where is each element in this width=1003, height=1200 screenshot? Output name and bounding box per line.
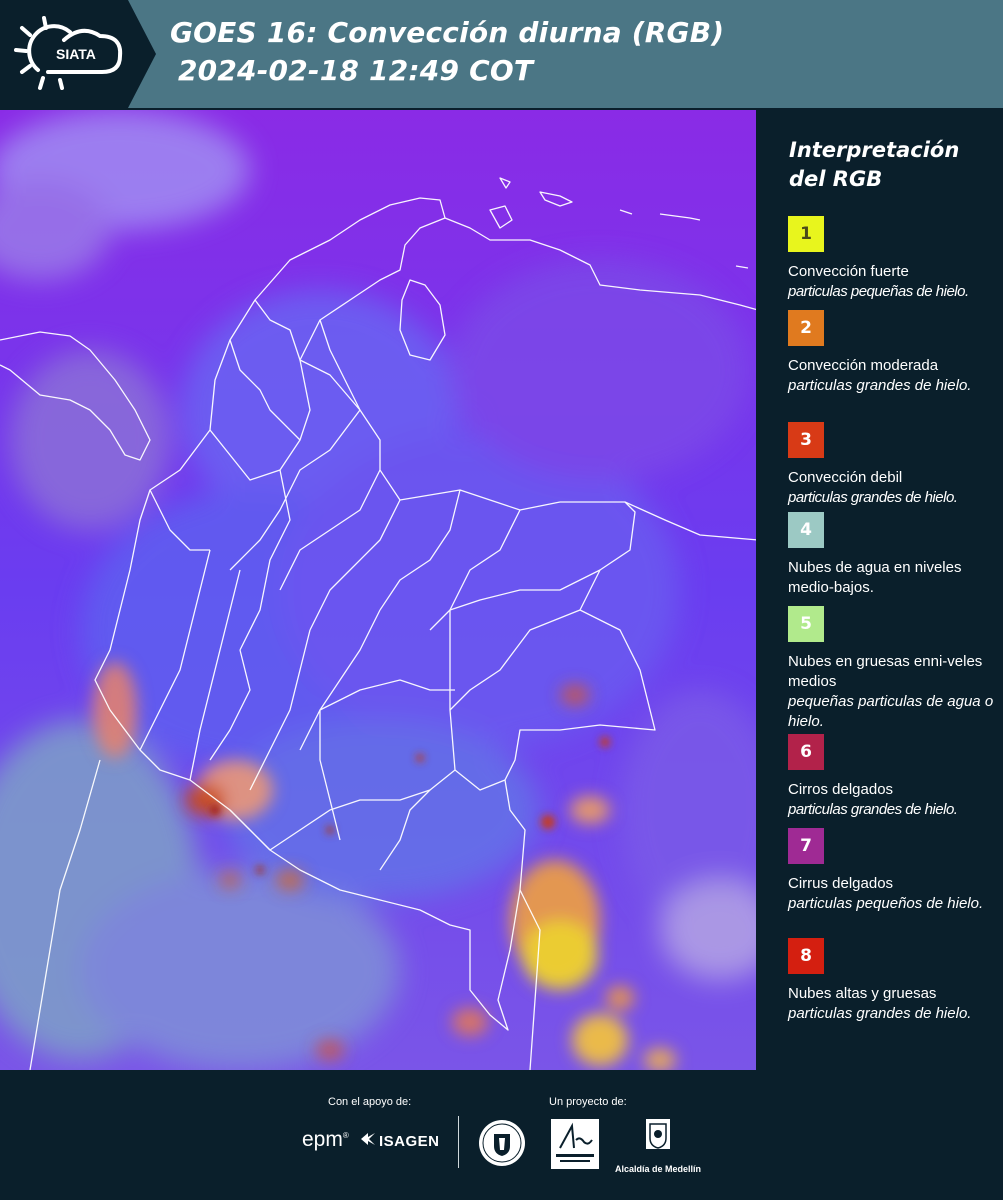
footer-divider	[458, 1116, 459, 1168]
legend-number: 8	[800, 946, 812, 966]
isagen-logo-text: ISAGEN	[379, 1133, 440, 1150]
satellite-image	[0, 110, 756, 1070]
legend-desc: particulas grandes de hielo.	[788, 377, 972, 394]
title-line-1: GOES 16: Convección diurna (RGB)	[170, 16, 725, 49]
legend-swatch-5: 5	[788, 606, 824, 642]
area-metropolitana-logo-icon	[551, 1119, 599, 1169]
epm-logo-text: epm	[302, 1128, 343, 1151]
support-label: Con el apoyo de:	[328, 1096, 412, 1108]
legend-item-3: 3 Convección debil particulas grandes de…	[788, 422, 998, 508]
siata-logo-icon: SIATA	[14, 16, 123, 90]
legend-number: 2	[800, 318, 812, 338]
legend-number: 3	[800, 430, 812, 450]
legend-swatch-7: 7	[788, 828, 824, 864]
epm-logo: epm®	[302, 1128, 349, 1151]
legend-swatch-2: 2	[788, 310, 824, 346]
legend-title: Interpretación del RGB	[789, 138, 960, 191]
legend-item-2: 2 Convección moderada particulas grandes…	[788, 310, 998, 396]
legend-desc: particulas pequeños de hielo.	[788, 895, 984, 912]
legend-item-7: 7 Cirrus delgados particulas pequeños de…	[788, 828, 998, 914]
svg-text:SIATA: SIATA	[56, 46, 96, 62]
legend-label: Cirrus delgados	[788, 875, 894, 892]
legend-number: 6	[800, 742, 812, 762]
legend-desc: particulas grandes de hielo.	[788, 489, 958, 506]
legend-swatch-4: 4	[788, 512, 824, 548]
legend-number: 4	[800, 520, 812, 540]
legend-number: 1	[800, 224, 812, 244]
legend-number: 7	[800, 836, 812, 856]
medellin-coat-of-arms-icon	[646, 1119, 670, 1149]
legend-number: 5	[800, 614, 812, 634]
legend-label: Cirros delgados	[788, 781, 894, 798]
legend-panel: Interpretación del RGB 1 Convección fuer…	[762, 108, 1003, 1070]
isagen-logo: ISAGEN	[360, 1132, 440, 1150]
legend-swatch-8: 8	[788, 938, 824, 974]
legend-desc: particulas grandes de hielo.	[788, 1005, 972, 1022]
project-label: Un proyecto de:	[549, 1096, 627, 1108]
legend-desc: particulas grandes de hielo.	[788, 801, 958, 818]
footer: Con el apoyo de: Un proyecto de: epm® IS…	[0, 1070, 1003, 1200]
gobernacion-seal-icon	[479, 1120, 525, 1166]
legend-item-8: 8 Nubes altas y gruesas particulas grand…	[788, 938, 998, 1024]
legend-label: Nubes de agua en niveles medio-bajos.	[788, 559, 962, 596]
legend-label: Convección moderada	[788, 357, 939, 374]
satellite-map	[0, 110, 758, 1070]
legend-label: Convección fuerte	[788, 263, 909, 280]
title-line-2: 2024-02-18 12:49 COT	[178, 54, 534, 87]
medellin-label: Alcaldía de Medellín	[614, 1164, 702, 1174]
legend-desc: pequeñas particulas de agua o hielo.	[788, 693, 994, 730]
logo-block: SIATA	[0, 0, 156, 108]
legend-swatch-3: 3	[788, 422, 824, 458]
legend-item-6: 6 Cirros delgados particulas grandes de …	[788, 734, 998, 820]
legend-label: Nubes en gruesas enni-veles medios	[788, 653, 983, 690]
legend-label: Convección debil	[788, 469, 903, 486]
legend-item-5: 5 Nubes en gruesas enni-veles medios peq…	[788, 606, 998, 732]
legend-swatch-6: 6	[788, 734, 824, 770]
legend-swatch-1: 1	[788, 216, 824, 252]
header-bar: SIATA GOES 16: Convección diurna (RGB) 2…	[0, 0, 1003, 108]
isagen-mark-icon	[361, 1133, 375, 1145]
legend-item-1: 1 Convección fuerte particulas pequeñas …	[788, 216, 998, 302]
alcaldia-medellin-logo: Alcaldía de Medellín	[612, 1118, 704, 1174]
legend-item-4: 4 Nubes de agua en niveles medio-bajos.	[788, 512, 998, 598]
page-title: GOES 16: Convección diurna (RGB) 2024-02…	[170, 14, 724, 90]
legend-desc: particulas pequeñas de hielo.	[788, 283, 969, 300]
legend-label: Nubes altas y gruesas	[788, 985, 937, 1002]
